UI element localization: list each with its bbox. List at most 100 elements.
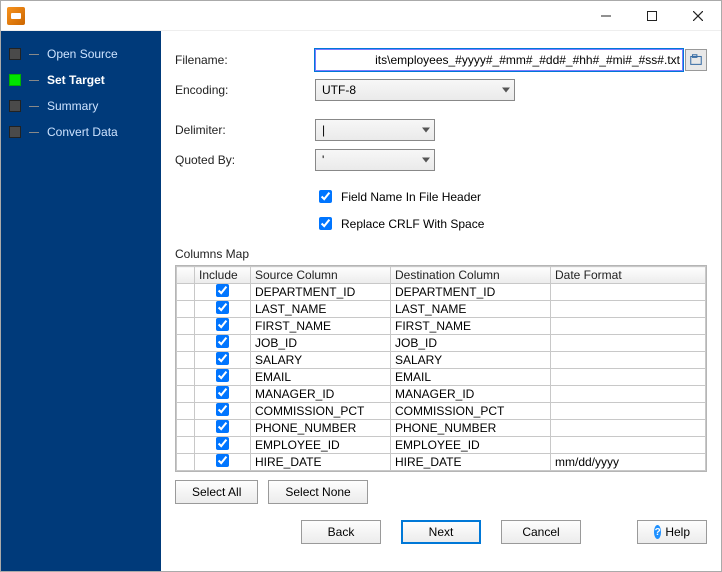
sidebar-step-convert-data[interactable]: Convert Data (1, 119, 161, 145)
table-row[interactable]: EMPLOYEE_IDEMPLOYEE_ID (177, 437, 706, 454)
source-column-cell[interactable]: JOB_ID (251, 335, 391, 352)
date-format-cell[interactable] (551, 301, 706, 318)
maximize-button[interactable] (629, 1, 675, 31)
minimize-button[interactable] (583, 1, 629, 31)
include-checkbox[interactable] (216, 437, 229, 450)
sidebar-step-label: Open Source (47, 47, 118, 61)
step-indicator-icon (9, 74, 21, 86)
table-row[interactable]: EMAILEMAIL (177, 369, 706, 386)
row-handle[interactable] (177, 369, 195, 386)
destination-column-cell[interactable]: EMPLOYEE_ID (391, 437, 551, 454)
source-column-cell[interactable]: HIRE_DATE (251, 454, 391, 471)
date-format-cell[interactable] (551, 335, 706, 352)
include-checkbox[interactable] (216, 420, 229, 433)
delimiter-select[interactable]: | (315, 119, 435, 141)
chevron-down-icon (502, 88, 510, 93)
source-column-cell[interactable]: COMMISSION_PCT (251, 403, 391, 420)
wizard-window: Open Source Set TargetSummaryConvert Data… (0, 0, 722, 572)
source-column-cell[interactable]: EMPLOYEE_ID (251, 437, 391, 454)
header-date-format[interactable]: Date Format (551, 267, 706, 284)
include-checkbox[interactable] (216, 284, 229, 297)
destination-column-cell[interactable]: LAST_NAME (391, 301, 551, 318)
row-handle[interactable] (177, 301, 195, 318)
back-button[interactable]: Back (301, 520, 381, 544)
select-none-button[interactable]: Select None (268, 480, 367, 504)
select-all-button[interactable]: Select All (175, 480, 258, 504)
close-button[interactable] (675, 1, 721, 31)
destination-column-cell[interactable]: COMMISSION_PCT (391, 403, 551, 420)
include-checkbox[interactable] (216, 318, 229, 331)
include-checkbox[interactable] (216, 335, 229, 348)
destination-column-cell[interactable]: JOB_ID (391, 335, 551, 352)
source-column-cell[interactable]: FIRST_NAME (251, 318, 391, 335)
date-format-cell[interactable]: mm/dd/yyyy (551, 454, 706, 471)
destination-column-cell[interactable]: MANAGER_ID (391, 386, 551, 403)
row-handle[interactable] (177, 403, 195, 420)
table-row[interactable]: PHONE_NUMBERPHONE_NUMBER (177, 420, 706, 437)
include-checkbox[interactable] (216, 403, 229, 416)
sidebar-step-set-target[interactable]: Set Target (1, 67, 161, 93)
destination-column-cell[interactable]: EMAIL (391, 369, 551, 386)
table-row[interactable]: SALARYSALARY (177, 352, 706, 369)
source-column-cell[interactable]: PHONE_NUMBER (251, 420, 391, 437)
destination-column-cell[interactable]: FIRST_NAME (391, 318, 551, 335)
row-handle[interactable] (177, 352, 195, 369)
include-checkbox[interactable] (216, 301, 229, 314)
date-format-cell[interactable] (551, 437, 706, 454)
sidebar-step-open-source[interactable]: Open Source (1, 41, 161, 67)
browse-button[interactable] (685, 49, 707, 71)
help-button[interactable]: ? Help (637, 520, 707, 544)
include-checkbox[interactable] (216, 454, 229, 467)
table-row[interactable]: HIRE_DATEHIRE_DATEmm/dd/yyyy (177, 454, 706, 471)
date-format-cell[interactable] (551, 386, 706, 403)
next-button[interactable]: Next (401, 520, 481, 544)
header-include[interactable]: Include (195, 267, 251, 284)
header-source[interactable]: Source Column (251, 267, 391, 284)
row-handle[interactable] (177, 284, 195, 301)
source-column-cell[interactable]: LAST_NAME (251, 301, 391, 318)
source-column-cell[interactable]: SALARY (251, 352, 391, 369)
replace-crlf-checkbox[interactable] (319, 217, 332, 230)
destination-column-cell[interactable]: DEPARTMENT_ID (391, 284, 551, 301)
encoding-select[interactable]: UTF-8 (315, 79, 515, 101)
include-checkbox[interactable] (216, 369, 229, 382)
quoted-by-select[interactable]: ' (315, 149, 435, 171)
step-indicator-icon (9, 100, 21, 112)
row-handle[interactable] (177, 318, 195, 335)
cancel-button[interactable]: Cancel (501, 520, 581, 544)
row-handle[interactable] (177, 437, 195, 454)
chevron-down-icon (422, 128, 430, 133)
table-row[interactable]: DEPARTMENT_IDDEPARTMENT_ID (177, 284, 706, 301)
field-name-header-checkbox[interactable] (319, 190, 332, 203)
date-format-cell[interactable] (551, 369, 706, 386)
filename-input[interactable] (315, 49, 683, 71)
table-row[interactable]: LAST_NAMELAST_NAME (177, 301, 706, 318)
source-column-cell[interactable]: EMAIL (251, 369, 391, 386)
date-format-cell[interactable] (551, 318, 706, 335)
row-handle[interactable] (177, 420, 195, 437)
destination-column-cell[interactable]: SALARY (391, 352, 551, 369)
row-handle[interactable] (177, 386, 195, 403)
table-row[interactable]: MANAGER_IDMANAGER_ID (177, 386, 706, 403)
header-destination[interactable]: Destination Column (391, 267, 551, 284)
row-handle[interactable] (177, 454, 195, 471)
date-format-cell[interactable] (551, 284, 706, 301)
quoted-by-value: ' (322, 153, 324, 167)
table-header-row: Include Source Column Destination Column… (177, 267, 706, 284)
table-row[interactable]: FIRST_NAMEFIRST_NAME (177, 318, 706, 335)
date-format-cell[interactable] (551, 403, 706, 420)
date-format-cell[interactable] (551, 420, 706, 437)
include-checkbox[interactable] (216, 386, 229, 399)
table-row[interactable]: JOB_IDJOB_ID (177, 335, 706, 352)
include-checkbox[interactable] (216, 352, 229, 365)
table-row[interactable]: COMMISSION_PCTCOMMISSION_PCT (177, 403, 706, 420)
columns-map-grid[interactable]: Include Source Column Destination Column… (175, 265, 707, 472)
source-column-cell[interactable]: DEPARTMENT_ID (251, 284, 391, 301)
filename-label: Filename: (175, 53, 315, 67)
row-handle[interactable] (177, 335, 195, 352)
date-format-cell[interactable] (551, 352, 706, 369)
sidebar-step-summary[interactable]: Summary (1, 93, 161, 119)
destination-column-cell[interactable]: PHONE_NUMBER (391, 420, 551, 437)
destination-column-cell[interactable]: HIRE_DATE (391, 454, 551, 471)
source-column-cell[interactable]: MANAGER_ID (251, 386, 391, 403)
